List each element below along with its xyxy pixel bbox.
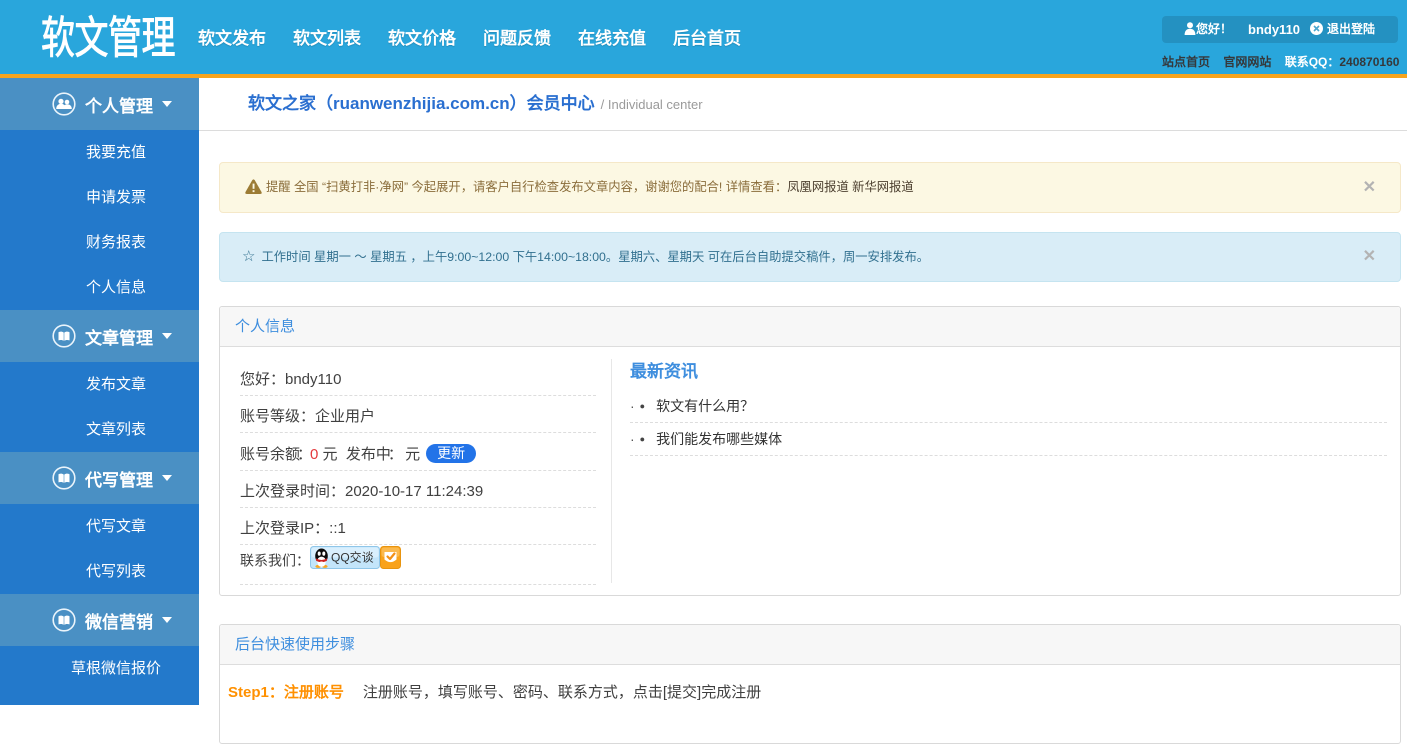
svg-text:QQ交谈: QQ交谈: [331, 550, 374, 565]
